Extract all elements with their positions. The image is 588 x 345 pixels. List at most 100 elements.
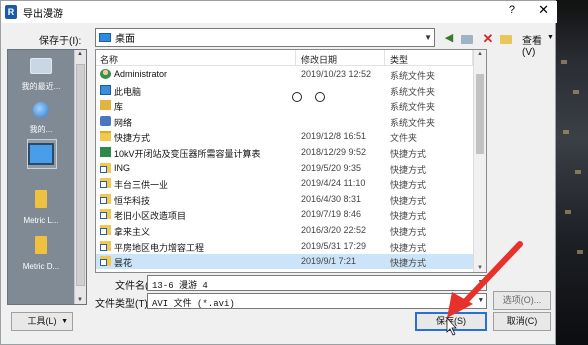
place-my-computer[interactable]: 我的... — [8, 102, 74, 135]
tools-button[interactable]: 工具(L) ▼ — [11, 312, 73, 331]
new-folder-icon[interactable] — [499, 32, 513, 45]
file-row[interactable]: 拿来主义2016/3/20 22:52快捷方式1 KB — [96, 223, 474, 238]
column-type-header[interactable]: 类型 — [390, 53, 408, 66]
file-row[interactable]: 网络 系统文件夹 — [96, 114, 474, 129]
delete-icon[interactable]: ✕ — [481, 32, 495, 45]
chevron-down-icon: ▼ — [61, 318, 68, 325]
recent-icon — [30, 58, 52, 74]
revit-app-icon: R — [5, 5, 17, 19]
up-folder-icon[interactable] — [460, 32, 474, 45]
file-name: 恒华科技 — [114, 195, 151, 206]
file-type: 快捷方式 — [390, 195, 427, 206]
column-date-header[interactable]: 修改日期 — [301, 53, 337, 66]
place-label: 我的... — [29, 125, 53, 134]
file-date: 2019/4/24 11:10 — [301, 178, 366, 189]
file-name: 昙花 — [114, 258, 133, 269]
scroll-up-icon[interactable]: ▲ — [477, 51, 483, 57]
chevron-down-icon[interactable]: ▼ — [424, 33, 432, 42]
file-date: 2016/3/20 22:52 — [301, 225, 367, 235]
lnk-icon — [100, 256, 111, 267]
place-metric-2[interactable]: Metric D... — [8, 236, 74, 271]
file-row[interactable]: 此电脑 系统文件夹 — [96, 83, 474, 98]
scroll-thumb[interactable] — [476, 74, 484, 154]
user-icon — [100, 69, 111, 79]
back-icon[interactable]: ◀ — [442, 32, 456, 45]
file-name: 丰台三供一业 — [114, 180, 169, 191]
chevron-down-icon[interactable]: ▼ — [479, 297, 483, 305]
filename-field[interactable]: 13-6 漫游 4 ▼ — [147, 275, 487, 291]
file-type: 快捷方式 — [390, 258, 427, 269]
place-label: 我的最近... — [21, 82, 61, 91]
scroll-down-icon[interactable]: ▼ — [77, 297, 83, 303]
file-name: 老旧小区改造项目 — [114, 211, 187, 222]
filetype-select[interactable]: AVI 文件 (*.avi) ▼ — [147, 293, 487, 309]
scroll-up-icon[interactable]: ▲ — [77, 51, 83, 57]
file-row[interactable]: 平房地区电力增容工程2019/5/31 17:29快捷方式2 KB — [96, 239, 474, 254]
file-type: 系统文件夹 — [390, 86, 436, 97]
fold-icon — [100, 131, 111, 142]
save-in-combo[interactable]: 桌面 ▼ — [95, 28, 435, 47]
filetype-value: AVI 文件 (*.avi) — [152, 299, 235, 309]
column-name-header[interactable]: 名称 — [100, 53, 118, 66]
place-recent[interactable]: 我的最近... — [8, 58, 74, 92]
file-type: 快捷方式 — [390, 164, 427, 175]
file-name: 此电脑 — [114, 86, 142, 97]
file-date: 2018/12/29 9:52 — [301, 147, 367, 157]
place-desktop[interactable] — [8, 139, 74, 169]
file-date: 2016/4/30 8:31 — [301, 193, 362, 204]
chevron-down-icon[interactable]: ▼ — [479, 279, 483, 287]
file-date: 2019/10/23 12:52 — [301, 69, 372, 79]
file-name: 快捷方式 — [114, 133, 151, 144]
title-bar: R 导出漫游 ? ✕ — [1, 1, 557, 23]
file-type: 系统文件夹 — [390, 71, 436, 81]
file-type: 快捷方式 — [390, 227, 427, 237]
lnk-icon — [100, 193, 111, 204]
file-row[interactable]: 库 系统文件夹 — [96, 98, 474, 113]
file-list[interactable]: 名称 修改日期 类型 大小 Administrator 2019/10/23 12… — [95, 49, 487, 273]
save-button[interactable]: 保存(S) — [415, 312, 487, 331]
file-type: 系统文件夹 — [390, 102, 436, 113]
file-row[interactable]: 快捷方式 2019/12/8 16:51 文件夹 — [96, 129, 474, 144]
scroll-down-icon[interactable]: ▼ — [477, 265, 483, 271]
file-type: 快捷方式 — [390, 242, 427, 253]
file-date: 2019/12/8 16:51 — [301, 131, 367, 142]
places-bar: 我的最近... 我的... Metric L... Metric D... ▲ … — [7, 49, 87, 305]
filetype-label: 文件类型(T): — [95, 299, 151, 310]
file-row[interactable]: 老旧小区改造项目2019/7/19 8:46快捷方式2 KB — [96, 207, 474, 222]
view-menu-chevron-icon[interactable]: ▼ — [547, 34, 554, 41]
selection-highlight — [27, 139, 57, 169]
file-row[interactable]: 10kV开闭站及变压器所需容量计算表2018/12/29 9:52快捷方式2 K… — [96, 145, 474, 160]
places-scrollbar[interactable]: ▲ ▼ — [74, 50, 86, 304]
file-list-header: 名称 修改日期 类型 大小 — [96, 50, 486, 78]
file-row[interactable]: 昙花2019/9/1 7:21快捷方式1 KB — [96, 254, 474, 270]
file-row[interactable]: 丰台三供一业2019/4/24 11:10快捷方式2 KB — [96, 176, 474, 191]
folder-icon — [35, 190, 47, 208]
file-name: 拿来主义 — [114, 227, 151, 237]
lnk-icon — [100, 209, 111, 220]
file-name: 10kV开闭站及变压器所需容量计算表 — [114, 149, 261, 159]
options-button[interactable]: 选项(O)... — [493, 291, 551, 310]
background-photo — [555, 0, 588, 345]
lnk-icon — [100, 225, 111, 235]
file-type: 系统文件夹 — [390, 117, 436, 128]
cursor-circle — [315, 92, 325, 102]
xls-icon — [100, 147, 111, 157]
help-button[interactable]: ? — [509, 4, 515, 16]
file-row[interactable]: 恒华科技2016/4/30 8:31快捷方式2 KB — [96, 192, 474, 207]
desktop-icon — [99, 33, 111, 42]
file-row[interactable]: Administrator 2019/10/23 12:52 系统文件夹 — [96, 67, 474, 82]
net-icon — [100, 115, 111, 126]
file-list-scrollbar[interactable]: ▲ ▼ — [473, 50, 486, 272]
cursor-circle — [292, 92, 302, 102]
file-date: 2019/5/20 9:35 — [301, 162, 362, 173]
scroll-thumb[interactable] — [76, 64, 85, 286]
file-type: 快捷方式 — [390, 149, 427, 159]
place-metric-1[interactable]: Metric L... — [8, 190, 74, 225]
file-row[interactable]: ING2019/5/20 9:35快捷方式2 KB — [96, 161, 474, 176]
dialog-title: 导出漫游 — [23, 8, 63, 20]
close-button[interactable]: ✕ — [538, 2, 549, 18]
file-name: 平房地区电力增容工程 — [114, 242, 205, 253]
lnk-icon — [100, 162, 111, 173]
filename-value: 13-6 漫游 4 — [152, 281, 208, 291]
cancel-button[interactable]: 取消(C) — [493, 312, 551, 331]
